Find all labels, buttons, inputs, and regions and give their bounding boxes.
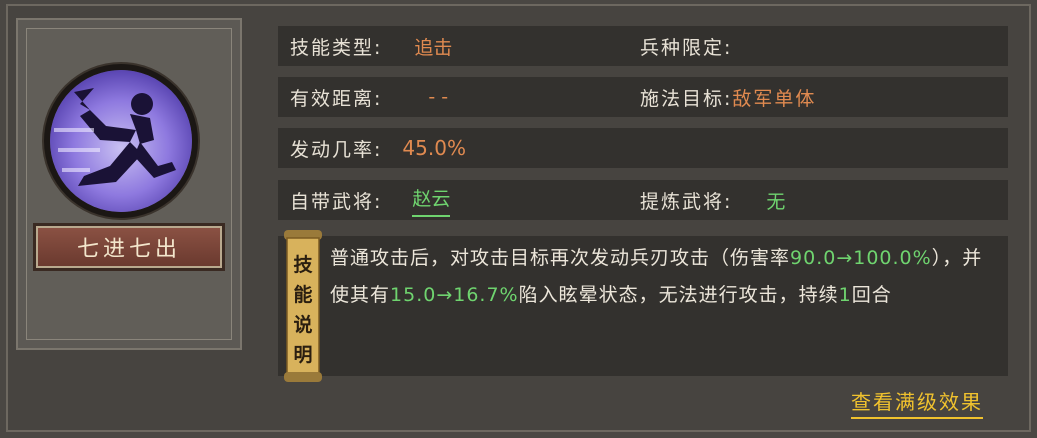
scroll-char-1: 技 bbox=[293, 254, 313, 276]
desc-seg-7: 回合 bbox=[851, 284, 892, 306]
skill-type-value: 追击 bbox=[414, 36, 453, 59]
scroll-char-4: 明 bbox=[293, 344, 313, 366]
stun-chance-value: 15.0→16.7% bbox=[390, 284, 519, 306]
distance-label: 有效距离: bbox=[290, 87, 383, 110]
damage-rate-value: 90.0→100.0% bbox=[790, 247, 932, 269]
scroll-char-3: 说 bbox=[293, 314, 313, 336]
info-row-rate: 发动几率: 45.0% bbox=[278, 128, 1008, 168]
scroll-char-2: 能 bbox=[293, 284, 313, 306]
trigger-rate-value: 45.0% bbox=[402, 136, 466, 160]
running-warrior-icon bbox=[50, 70, 192, 212]
skill-description-scroll: 技 能 说 明 bbox=[282, 230, 324, 382]
target-label: 施法目标: bbox=[640, 87, 733, 110]
info-row-distance: 有效距离: -- 施法目标: 敌军单体 bbox=[278, 77, 1008, 117]
distance-value: -- bbox=[428, 86, 455, 108]
target-value: 敌军单体 bbox=[732, 87, 817, 110]
info-row-type: 技能类型: 追击 兵种限定: bbox=[278, 26, 1008, 66]
extract-general-label: 提炼武将: bbox=[640, 190, 733, 213]
extract-general-value: 无 bbox=[766, 190, 786, 213]
info-row-generals: 自带武将: 赵云 提炼武将: 无 bbox=[278, 180, 1008, 220]
own-general-value[interactable]: 赵云 bbox=[412, 184, 451, 217]
desc-seg-1: 普通攻击后，对攻击目标再次发动兵刃攻击（伤害率 bbox=[330, 247, 791, 269]
duration-value: 1 bbox=[838, 284, 852, 306]
skill-name-plate: 七进七出 bbox=[36, 226, 222, 268]
troop-limit-label: 兵种限定: bbox=[640, 36, 733, 59]
desc-seg-5: 陷入眩晕状态，无法进行攻击，持续 bbox=[518, 284, 839, 306]
skill-type-label: 技能类型: bbox=[290, 36, 383, 59]
trigger-rate-label: 发动几率: bbox=[290, 138, 383, 161]
skill-description-text: 普通攻击后，对攻击目标再次发动兵刃攻击（伤害率90.0→100.0%），并使其有… bbox=[330, 240, 990, 314]
skill-name: 七进七出 bbox=[76, 237, 181, 262]
view-max-level-effect-link[interactable]: 查看满级效果 bbox=[851, 386, 983, 419]
own-general-label: 自带武将: bbox=[290, 190, 383, 213]
